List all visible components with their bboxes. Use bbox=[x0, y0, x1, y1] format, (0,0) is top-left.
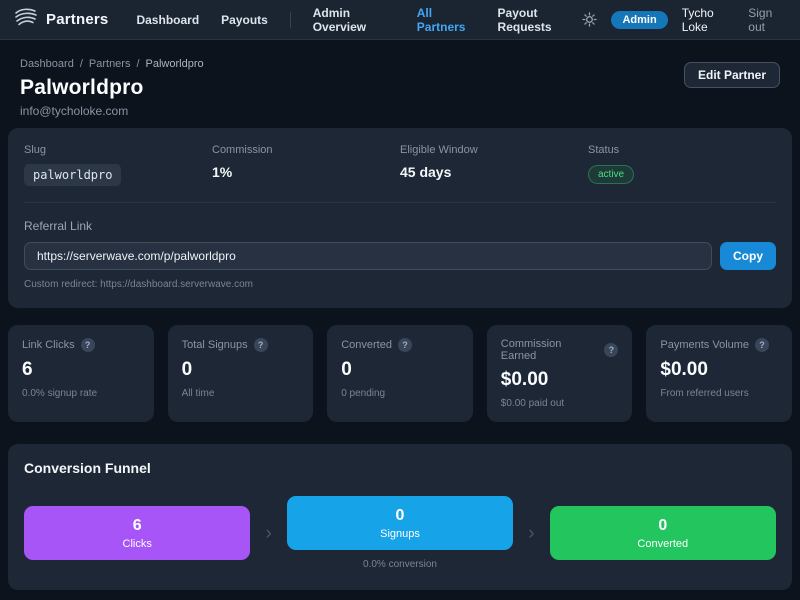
stat-subtext: $0.00 paid out bbox=[501, 398, 619, 409]
stat-card-converted: Converted ? 0 0 pending bbox=[327, 325, 473, 422]
stat-card-link-clicks: Link Clicks ? 6 0.0% signup rate bbox=[8, 325, 154, 422]
commission-label: Commission bbox=[212, 144, 400, 156]
funnel-converted-label: Converted bbox=[637, 538, 688, 550]
stat-label-row: Total Signups ? bbox=[182, 338, 300, 352]
stat-subtext: From referred users bbox=[660, 388, 778, 399]
stat-label-row: Commission Earned ? bbox=[501, 338, 619, 362]
stat-card-commission-earned: Commission Earned ? $0.00 $0.00 paid out bbox=[487, 325, 633, 422]
funnel-stage-converted: 0 Converted bbox=[550, 506, 776, 560]
theme-toggle-sun-icon[interactable] bbox=[582, 12, 597, 27]
stat-label: Link Clicks bbox=[22, 339, 75, 351]
stat-label: Commission Earned bbox=[501, 338, 599, 362]
stat-value: $0.00 bbox=[501, 369, 619, 391]
brand-name: Partners bbox=[46, 11, 108, 28]
stat-label-row: Link Clicks ? bbox=[22, 338, 140, 352]
chevron-right-icon: › bbox=[262, 524, 274, 543]
stat-value: $0.00 bbox=[660, 359, 778, 381]
funnel-conversion-caption: 0.0% conversion bbox=[287, 559, 513, 570]
funnel-clicks-label: Clicks bbox=[123, 538, 152, 550]
referral-link-input[interactable] bbox=[24, 242, 712, 270]
status-badge: active bbox=[588, 165, 634, 184]
stat-label-row: Converted ? bbox=[341, 338, 459, 352]
nav-all-partners[interactable]: All Partners bbox=[417, 6, 476, 34]
nav-admin-overview[interactable]: Admin Overview bbox=[313, 6, 395, 34]
custom-redirect-note: Custom redirect: https://dashboard.serve… bbox=[24, 279, 776, 290]
funnel-converted-value: 0 bbox=[658, 517, 667, 535]
stat-label: Total Signups bbox=[182, 339, 248, 351]
topbar: Partners Dashboard Payouts Admin Overvie… bbox=[0, 0, 800, 40]
card-divider bbox=[24, 202, 776, 203]
funnel-title: Conversion Funnel bbox=[24, 460, 776, 476]
stats-row: Link Clicks ? 6 0.0% signup rate Total S… bbox=[8, 325, 792, 422]
funnel-stage-clicks: 6 Clicks bbox=[24, 506, 250, 560]
slug-label: Slug bbox=[24, 144, 212, 156]
funnel-box-clicks: 6 Clicks bbox=[24, 506, 250, 560]
nav-divider bbox=[290, 12, 291, 28]
commission-value: 1% bbox=[212, 164, 400, 180]
stat-value: 0 bbox=[341, 359, 459, 381]
stat-label: Payments Volume bbox=[660, 339, 749, 351]
brand[interactable]: Partners bbox=[14, 7, 108, 32]
slug-field: Slug palworldpro bbox=[24, 144, 212, 186]
page-content: Dashboard / Partners / Palworldpro Palwo… bbox=[0, 40, 800, 600]
partner-email: info@tycholoke.com bbox=[20, 104, 204, 118]
funnel-signups-value: 0 bbox=[396, 507, 405, 525]
topbar-right: Admin Tycho Loke Sign out bbox=[582, 6, 786, 34]
stat-subtext: 0.0% signup rate bbox=[22, 388, 140, 399]
eligible-window-label: Eligible Window bbox=[400, 144, 588, 156]
status-field: Status active bbox=[588, 144, 776, 186]
page-header-left: Dashboard / Partners / Palworldpro Palwo… bbox=[20, 58, 204, 118]
partner-info-grid: Slug palworldpro Commission 1% Eligible … bbox=[24, 144, 776, 186]
funnel-clicks-value: 6 bbox=[133, 517, 142, 535]
stat-card-total-signups: Total Signups ? 0 All time bbox=[168, 325, 314, 422]
slug-value-chip: palworldpro bbox=[24, 164, 121, 186]
eligible-window-value: 45 days bbox=[400, 164, 588, 180]
page-title: Palworldpro bbox=[20, 76, 204, 100]
referral-link-label: Referral Link bbox=[24, 219, 776, 233]
help-icon[interactable]: ? bbox=[254, 338, 268, 352]
breadcrumb-separator: / bbox=[136, 58, 139, 70]
funnel-box-signups: 0 Signups bbox=[287, 496, 513, 550]
help-icon[interactable]: ? bbox=[81, 338, 95, 352]
stat-label: Converted bbox=[341, 339, 392, 351]
help-icon[interactable]: ? bbox=[755, 338, 769, 352]
eligible-window-field: Eligible Window 45 days bbox=[400, 144, 588, 186]
conversion-funnel-card: Conversion Funnel 6 Clicks › 0 Signups 0… bbox=[8, 444, 792, 590]
copy-button[interactable]: Copy bbox=[720, 242, 776, 270]
user-name: Tycho Loke bbox=[682, 6, 735, 34]
funnel-box-converted: 0 Converted bbox=[550, 506, 776, 560]
waves-logo-icon bbox=[14, 7, 38, 32]
breadcrumb-partners[interactable]: Partners bbox=[89, 58, 131, 70]
nav-dashboard[interactable]: Dashboard bbox=[136, 13, 199, 27]
signout-link[interactable]: Sign out bbox=[748, 6, 786, 34]
edit-partner-button[interactable]: Edit Partner bbox=[684, 62, 780, 88]
role-badge: Admin bbox=[611, 11, 667, 29]
stat-value: 6 bbox=[22, 359, 140, 381]
funnel-signups-label: Signups bbox=[380, 528, 420, 540]
stat-card-payments-volume: Payments Volume ? $0.00 From referred us… bbox=[646, 325, 792, 422]
funnel-row: 6 Clicks › 0 Signups 0.0% conversion › 0… bbox=[24, 496, 776, 570]
nav-payout-requests[interactable]: Payout Requests bbox=[498, 6, 583, 34]
partner-info-card: Slug palworldpro Commission 1% Eligible … bbox=[8, 128, 792, 308]
help-icon[interactable]: ? bbox=[398, 338, 412, 352]
funnel-stage-signups: 0 Signups 0.0% conversion bbox=[287, 496, 513, 570]
breadcrumb-dashboard[interactable]: Dashboard bbox=[20, 58, 74, 70]
breadcrumb-separator: / bbox=[80, 58, 83, 70]
commission-field: Commission 1% bbox=[212, 144, 400, 186]
breadcrumb: Dashboard / Partners / Palworldpro bbox=[20, 58, 204, 70]
page-header: Dashboard / Partners / Palworldpro Palwo… bbox=[8, 40, 792, 128]
stat-subtext: All time bbox=[182, 388, 300, 399]
referral-link-row: Copy bbox=[24, 242, 776, 270]
stat-subtext: 0 pending bbox=[341, 388, 459, 399]
nav-payouts[interactable]: Payouts bbox=[221, 13, 268, 27]
main-nav: Dashboard Payouts Admin Overview All Par… bbox=[136, 6, 582, 34]
chevron-right-icon: › bbox=[525, 524, 537, 543]
status-label: Status bbox=[588, 144, 776, 156]
stat-value: 0 bbox=[182, 359, 300, 381]
stat-label-row: Payments Volume ? bbox=[660, 338, 778, 352]
help-icon[interactable]: ? bbox=[604, 343, 618, 357]
breadcrumb-current: Palworldpro bbox=[146, 58, 204, 70]
